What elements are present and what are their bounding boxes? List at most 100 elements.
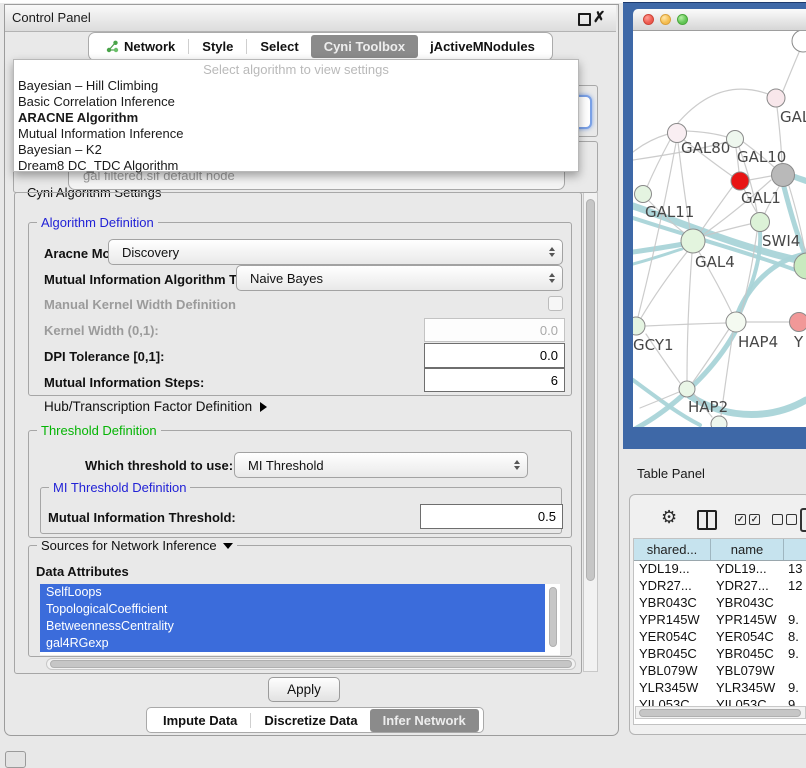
tab-cyni-toolbox[interactable]: Cyni Toolbox (311, 35, 418, 58)
table-row[interactable]: YDL19...YDL19...13 (634, 560, 806, 577)
node-partial-bottom[interactable] (711, 416, 727, 427)
threshold-definition-title: Threshold Definition (37, 423, 161, 438)
algorithm-option-mutual-information-inference[interactable]: Mutual Information Inference (14, 126, 578, 142)
table-cell (784, 594, 806, 611)
column-header-shared[interactable]: shared... (634, 539, 711, 560)
gear-icon[interactable]: ⚙ (661, 508, 677, 526)
node-gal1[interactable] (731, 172, 749, 190)
panel-corner-button[interactable] (5, 751, 26, 768)
attributes-list-scrollbar[interactable] (549, 587, 557, 647)
node-gal11[interactable] (635, 186, 652, 203)
node-gal4[interactable] (681, 229, 705, 253)
sources-title-label: Sources for Network Inference (41, 538, 217, 553)
mi-threshold-input[interactable]: 0.5 (420, 504, 563, 529)
mi-algorithm-type-combo[interactable]: Naive Bayes (236, 265, 563, 291)
node-gcy1[interactable] (633, 317, 645, 335)
split-columns-icon[interactable] (697, 510, 717, 530)
node-label: GAL10 (737, 148, 786, 166)
node-label: HAP4 (738, 333, 778, 351)
table-cell: YDL19... (634, 560, 711, 577)
attribute-item-betweennesscentrality[interactable]: BetweennessCentrality (40, 618, 545, 635)
algorithm-option-bayesian-hill-climbing[interactable]: Bayesian – Hill Climbing (14, 78, 578, 94)
tab-impute-data[interactable]: Impute Data (151, 710, 249, 731)
table-cell: 8. (784, 628, 806, 645)
select-all-icon[interactable]: ✓ ✓ (735, 514, 760, 525)
node-hap2[interactable] (679, 381, 695, 397)
network-edge (687, 253, 692, 381)
node-hap4[interactable] (726, 312, 746, 332)
hscrollbar-thumb[interactable] (50, 660, 572, 668)
tab-label: Cyni Toolbox (324, 39, 405, 54)
settings-vertical-scrollbar[interactable] (583, 192, 598, 672)
table-row[interactable]: YBR045CYBR045C9. (634, 645, 806, 662)
tab-jactivemnodules[interactable]: jActiveMNodules (418, 36, 547, 57)
dpi-tolerance-input[interactable]: 0.0 (424, 343, 565, 368)
tab-select[interactable]: Select (248, 36, 310, 57)
node-gray[interactable] (772, 164, 795, 187)
hub-definition-toggle[interactable]: Hub/Transcription Factor Definition (44, 399, 267, 414)
close-panel-icon[interactable]: ✗ (593, 8, 606, 26)
aracne-mode-combo[interactable]: Discovery (108, 239, 563, 265)
attribute-item-topologicalcoefficient[interactable]: TopologicalCoefficient (40, 601, 545, 618)
spinner-arrows-icon (514, 460, 520, 470)
table-row[interactable]: YLR345WYLR345W9. (634, 679, 806, 696)
table-cell: YBR045C (711, 645, 784, 662)
mi-algorithm-type-label: Mutual Information Algorithm Type: (44, 272, 263, 287)
manual-kernel-width-checkbox[interactable] (548, 296, 563, 311)
which-threshold-combo[interactable]: MI Threshold (234, 452, 528, 478)
column-header-partial[interactable] (784, 539, 806, 560)
algorithm-option-dream8-dc-tdc-algorithm[interactable]: Dream8 DC_TDC Algorithm (14, 158, 578, 174)
data-attributes-label: Data Attributes (36, 564, 129, 579)
minimize-window-icon[interactable] (660, 14, 671, 25)
table-row[interactable]: YBL079WYBL079W (634, 662, 806, 679)
unchecked-box-icon (772, 514, 783, 525)
attribute-item-gal4rgexp[interactable]: gal4RGexp (40, 635, 545, 652)
tab-infer-network[interactable]: Infer Network (370, 709, 479, 732)
network-edge (633, 134, 668, 152)
algorithm-option-bayesian-k2[interactable]: Bayesian – K2 (14, 142, 578, 158)
mi-steps-input[interactable]: 6 (424, 368, 565, 392)
node-swi4[interactable] (751, 213, 770, 232)
algorithm-option-aracne-algorithm[interactable]: ARACNE Algorithm (14, 110, 578, 126)
mi-threshold-label: Mutual Information Threshold: (48, 510, 236, 525)
node-label: GAL80 (681, 139, 730, 157)
network-canvas[interactable]: GALGAL80GAL10GAL1GAL11SWI4GAL4GCY1HAP4YH… (633, 31, 806, 427)
attribute-item-selfloops[interactable]: SelfLoops (40, 584, 545, 601)
column-header-name[interactable]: name (711, 539, 784, 560)
settings-horizontal-scrollbar[interactable] (46, 658, 576, 670)
table-row[interactable]: YER054CYER054C8. (634, 628, 806, 645)
node-gal10[interactable] (727, 131, 744, 148)
table-row[interactable]: YDR27...YDR27...12 (634, 577, 806, 594)
which-threshold-label: Which threshold to use: (85, 458, 233, 473)
node-label: GAL (780, 108, 806, 126)
node-gal-partial[interactable] (767, 89, 785, 107)
sources-group-title[interactable]: Sources for Network Inference (37, 538, 237, 553)
table-horizontal-scrollbar[interactable] (635, 706, 806, 719)
table-hscrollbar-thumb[interactable] (639, 709, 801, 717)
tab-discretize-data[interactable]: Discretize Data (252, 710, 369, 731)
node-table: shared...name YDL19...YDL19...13YDR27...… (633, 538, 806, 725)
network-edge (647, 140, 670, 187)
settings-scrollbar-thumb[interactable] (586, 199, 595, 581)
spinner-arrows-icon (549, 273, 555, 283)
float-panel-icon[interactable] (578, 13, 591, 26)
tab-style[interactable]: Style (190, 36, 245, 57)
network-window-titlebar[interactable] (633, 9, 806, 31)
table-cell: YPR145W (634, 611, 711, 628)
apply-button[interactable]: Apply (268, 677, 340, 702)
close-window-icon[interactable] (643, 14, 654, 25)
zoom-window-icon[interactable] (677, 14, 688, 25)
tab-network[interactable]: Network (94, 36, 187, 57)
algorithm-option-basic-correlation-inference[interactable]: Basic Correlation Inference (14, 94, 578, 110)
node-label: HAP2 (688, 398, 728, 416)
algorithm-definition-title: Algorithm Definition (37, 215, 158, 230)
table-row[interactable]: YBR043CYBR043C (634, 594, 806, 611)
table-row[interactable]: YPR145WYPR145W9. (634, 611, 806, 628)
tab-label: jActiveMNodules (430, 39, 535, 54)
table-options-icon[interactable] (800, 508, 806, 532)
deselect-all-icon[interactable] (772, 514, 797, 525)
bottom-tab-bar: Impute DataDiscretize DataInfer Network (146, 707, 484, 733)
kernel-width-input[interactable]: 0.0 (424, 318, 565, 342)
node-salmon[interactable] (790, 313, 806, 332)
node-partial-top[interactable] (792, 31, 806, 52)
